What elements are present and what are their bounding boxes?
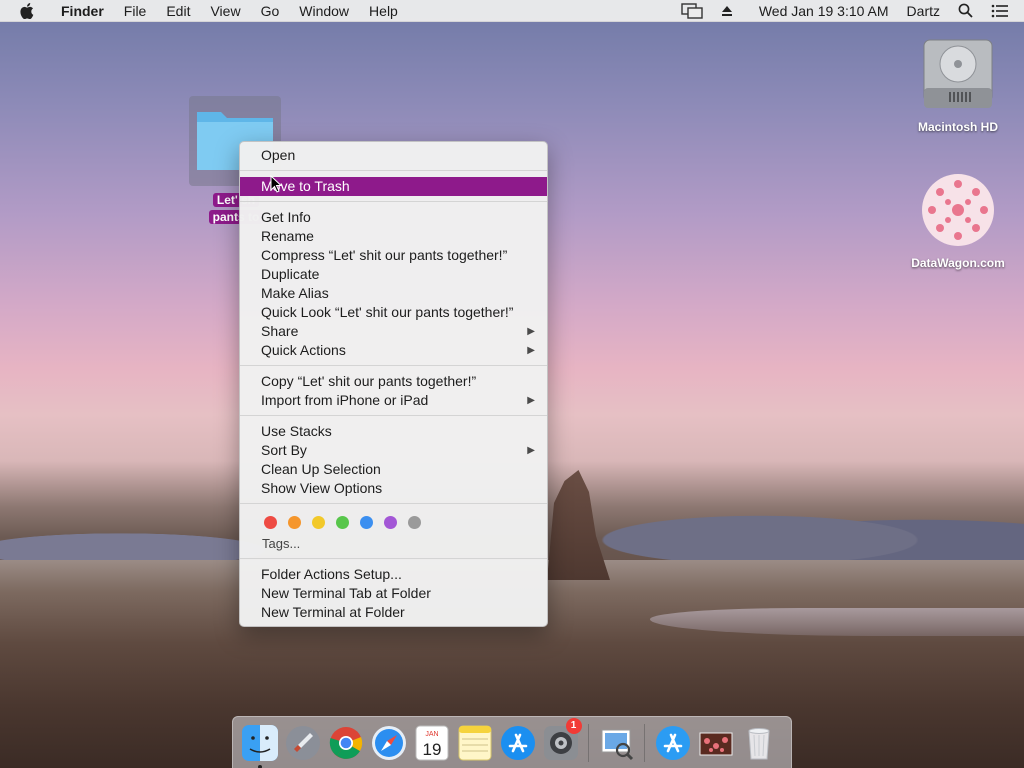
mouse-cursor-icon [270, 175, 282, 193]
submenu-arrow-icon: ▶ [527, 345, 535, 356]
menu-separator [240, 503, 547, 504]
tag-purple[interactable] [384, 515, 397, 529]
menu-item-import-iphone-label: Import from iPhone or iPad [261, 392, 429, 408]
dock-chrome[interactable] [327, 724, 365, 762]
menu-file[interactable]: File [114, 3, 157, 19]
menu-item-copy[interactable]: Copy “Let' shit our pants together!” [240, 372, 547, 391]
menu-item-share[interactable]: Share ▶ [240, 322, 547, 341]
status-area: Wed Jan 19 3:10 AM Dartz [672, 0, 1024, 22]
eject-icon[interactable] [712, 5, 742, 17]
menu-item-move-to-trash[interactable]: Move to Trash [240, 177, 547, 196]
dock-divider [588, 723, 589, 762]
photo-stack-icon [699, 732, 732, 755]
macintosh-hd[interactable]: Macintosh HD [898, 34, 1018, 134]
chrome-icon [329, 726, 362, 759]
menu-item-show-view-options[interactable]: Show View Options [240, 479, 547, 498]
menu-item-quick-actions[interactable]: Quick Actions ▶ [240, 341, 547, 360]
dock-preview[interactable] [598, 724, 636, 762]
compass-icon [371, 725, 406, 760]
notes-icon [458, 725, 491, 760]
trash-icon [747, 727, 770, 759]
menu-item-new-terminal-tab[interactable]: New Terminal Tab at Folder [240, 584, 547, 603]
menu-view[interactable]: View [200, 3, 250, 19]
notification-badge: 1 [565, 717, 582, 734]
dock-notes[interactable] [456, 724, 494, 762]
macintosh-hd-label: Macintosh HD [917, 120, 998, 134]
dock-launchpad[interactable] [284, 724, 322, 762]
dock-app-store[interactable] [499, 724, 537, 762]
hard-drive-icon [923, 39, 993, 108]
menu-help[interactable]: Help [359, 3, 408, 19]
user-menu[interactable]: Dartz [898, 3, 949, 19]
submenu-arrow-icon: ▶ [527, 395, 535, 406]
app-store-icon [655, 725, 690, 760]
tag-red[interactable] [264, 515, 277, 529]
dock-safari[interactable] [370, 724, 408, 762]
menu-item-duplicate[interactable]: Duplicate [240, 265, 547, 284]
dock-calendar[interactable]: JAN 19 [413, 724, 451, 762]
menu-separator [240, 558, 547, 559]
menu-separator [240, 415, 547, 416]
menu-item-folder-actions[interactable]: Folder Actions Setup... [240, 565, 547, 584]
menu-bar: Finder File Edit View Go Window Help Wed… [0, 0, 1024, 22]
menu-item-open[interactable]: Open [240, 146, 547, 165]
rocket-icon [285, 725, 320, 760]
tag-color-row [240, 510, 547, 534]
clock[interactable]: Wed Jan 19 3:10 AM [750, 3, 898, 19]
menu-item-use-stacks[interactable]: Use Stacks [240, 422, 547, 441]
submenu-arrow-icon: ▶ [527, 326, 535, 337]
tag-blue[interactable] [360, 515, 373, 529]
menu-separator [240, 365, 547, 366]
menu-edit[interactable]: Edit [156, 3, 200, 19]
apple-menu-icon[interactable] [17, 1, 37, 21]
menu-item-get-info[interactable]: Get Info [240, 208, 547, 227]
menu-item-new-terminal[interactable]: New Terminal at Folder [240, 603, 547, 622]
calendar-month: JAN [425, 731, 438, 738]
menu-item-tags[interactable]: Tags... [240, 534, 547, 553]
menu-finder[interactable]: Finder [51, 3, 114, 19]
menu-item-sort-by[interactable]: Sort By ▶ [240, 441, 547, 460]
dock-photo-stack[interactable] [697, 724, 735, 762]
datawagon-item[interactable]: DataWagon.com [898, 170, 1018, 270]
spotlight-search-icon[interactable] [949, 3, 982, 18]
datawagon-label: DataWagon.com [911, 256, 1005, 270]
menu-item-compress[interactable]: Compress “Let' shit our pants together!” [240, 246, 547, 265]
menu-item-quick-actions-label: Quick Actions [261, 342, 346, 358]
tag-orange[interactable] [288, 515, 301, 529]
app-store-icon [500, 725, 535, 760]
dock: JAN 19 1 [232, 716, 792, 768]
menu-item-sort-by-label: Sort By [261, 442, 307, 458]
dock-app-store-downloads[interactable] [654, 724, 692, 762]
menu-item-quick-look[interactable]: Quick Look “Let' shit our pants together… [240, 303, 547, 322]
menu-item-rename[interactable]: Rename [240, 227, 547, 246]
menu-separator [240, 201, 547, 202]
dock-system-preferences[interactable]: 1 [542, 717, 582, 762]
context-menu: Open Move to Trash Get Info Rename Compr… [239, 141, 548, 627]
tag-green[interactable] [336, 515, 349, 529]
dock-trash[interactable] [740, 724, 778, 762]
running-indicator [257, 764, 262, 768]
submenu-arrow-icon: ▶ [527, 445, 535, 456]
preview-icon [601, 729, 633, 760]
menu-go[interactable]: Go [251, 3, 290, 19]
menu-item-import-iphone[interactable]: Import from iPhone or iPad ▶ [240, 391, 547, 410]
menu-item-clean-up[interactable]: Clean Up Selection [240, 460, 547, 479]
tag-gray[interactable] [408, 515, 421, 529]
tag-yellow[interactable] [312, 515, 325, 529]
flower-pattern-icon [922, 174, 994, 246]
menu-item-share-label: Share [261, 323, 299, 339]
calendar-day: 19 [422, 740, 441, 759]
notification-center-icon[interactable] [982, 4, 1018, 18]
menu-window[interactable]: Window [289, 3, 359, 19]
airplay-icon[interactable] [672, 2, 712, 19]
dock-finder[interactable] [241, 724, 279, 768]
calendar-icon: JAN 19 [415, 725, 448, 760]
menu-separator [240, 170, 547, 171]
finder-icon [241, 724, 278, 761]
menu-item-make-alias[interactable]: Make Alias [240, 284, 547, 303]
dock-divider [644, 723, 645, 762]
